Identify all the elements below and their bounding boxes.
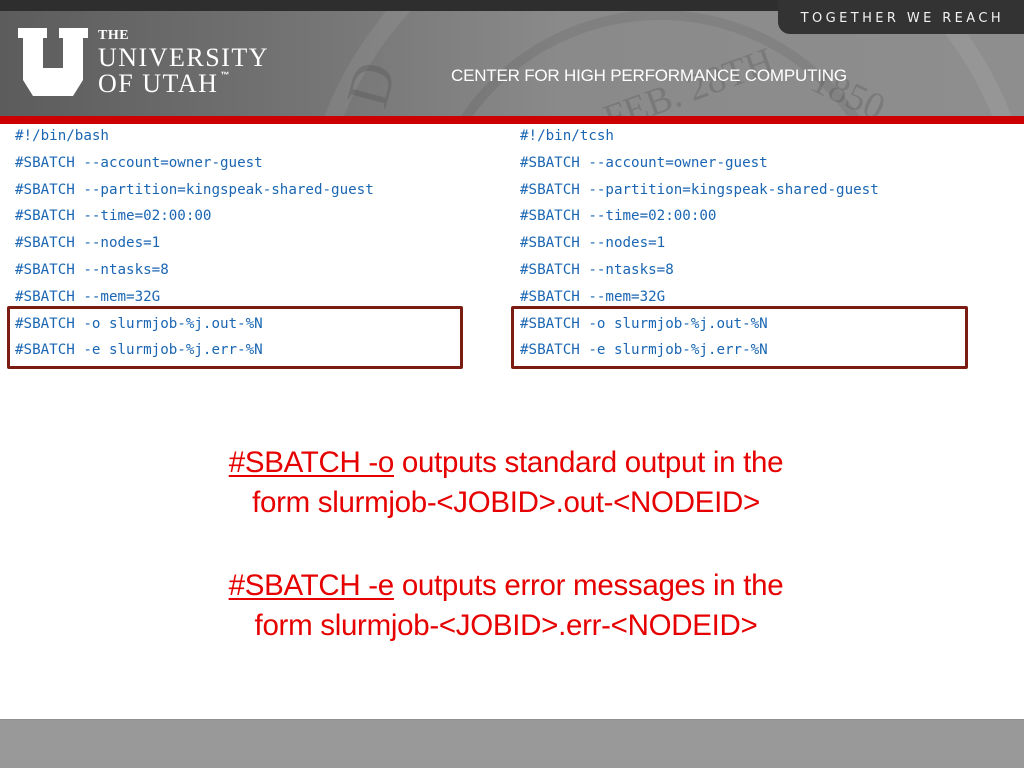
code-line-account: #SBATCH --account=owner-guest [520,154,768,171]
code-line-account: #SBATCH --account=owner-guest [15,154,263,171]
error-flag-keyword: #SBATCH -e [228,569,395,602]
code-line-shebang: #!/bin/tcsh [520,128,614,144]
center-title: CENTER FOR HIGH PERFORMANCE COMPUTING [451,66,847,85]
code-line-ntasks: #SBATCH --ntasks=8 [520,261,674,278]
code-line-nodes: #SBATCH --nodes=1 [15,235,161,252]
logo-wordmark: THE UNIVERSITY OF UTAH ™ [98,28,269,97]
code-line-time: #SBATCH --time=02:00:00 [15,208,212,225]
error-explanation-text: outputs error messages in the [393,569,784,602]
bash-highlight-box [7,306,463,369]
logo-university: UNIVERSITY [98,43,269,72]
output-flag-keyword: #SBATCH -o [228,446,395,479]
logo-of-utah-text: OF UTAH [98,69,219,98]
code-line-nodes: #SBATCH --nodes=1 [520,235,666,252]
tagline: TOGETHER WE REACH [800,11,1004,26]
code-line-ntasks: #SBATCH --ntasks=8 [15,261,169,278]
university-logo: THE UNIVERSITY OF UTAH ™ [18,28,269,97]
tagline-tab: TOGETHER WE REACH [778,0,1024,34]
trademark-symbol: ™ [220,70,231,80]
header-accent-bar [0,116,1024,124]
output-explanation-text: outputs standard output in the [394,446,784,479]
output-explanation-line2: form slurmjob-<JOBID>.out-<NODEID> [252,486,760,519]
slide-header: D FEB. 28TH 1850 TOGETHER WE REACH THE U… [0,0,1024,116]
output-explanation: #SBATCH -o outputs standard output in th… [0,443,1012,523]
code-line-partition: #SBATCH --partition=kingspeak-shared-gue… [15,181,374,198]
output-explanation-line1: #SBATCH -o outputs standard output in th… [0,443,1012,483]
logo-of-utah: OF UTAH ™ [98,71,269,97]
code-line-time: #SBATCH --time=02:00:00 [520,208,717,225]
tcsh-highlight-box [511,306,968,369]
slide-footer [0,719,1024,768]
logo-the: THE [98,28,130,43]
university-u-logo-icon [18,28,88,96]
code-line-shebang: #!/bin/bash [15,128,109,144]
error-explanation-line1: #SBATCH -e outputs error messages in the [0,566,1012,606]
error-explanation-line2: form slurmjob-<JOBID>.err-<NODEID> [254,609,758,642]
error-explanation: #SBATCH -e outputs error messages in the… [0,566,1012,646]
code-line-partition: #SBATCH --partition=kingspeak-shared-gue… [520,181,879,198]
